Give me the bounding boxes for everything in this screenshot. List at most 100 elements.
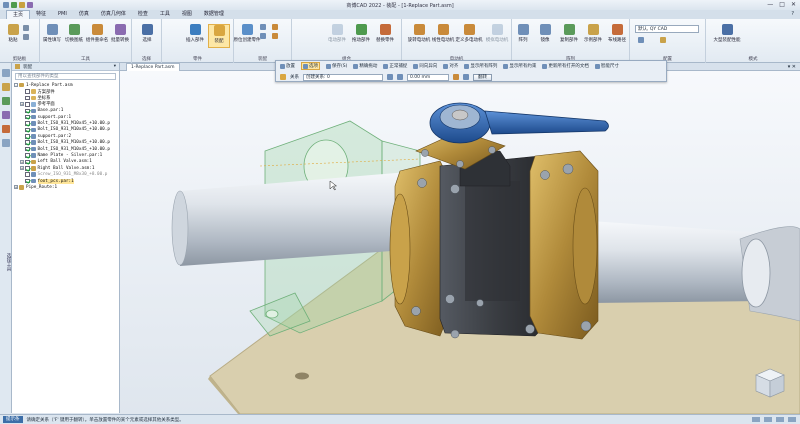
- normal-snap-button[interactable]: 正常捕捉: [383, 63, 407, 69]
- visibility-checkbox[interactable]: [25, 146, 30, 152]
- simulate-motor-button[interactable]: 模拟电动机: [486, 24, 508, 43]
- place-button[interactable]: 放置: [280, 63, 295, 69]
- help-icon[interactable]: ?: [791, 11, 794, 17]
- tab-features[interactable]: 特征: [30, 10, 52, 19]
- sensors-icon[interactable]: [1, 125, 10, 133]
- copy-component-button[interactable]: 复制部件: [558, 24, 580, 43]
- tree-row[interactable]: Bolt_ISO_931_M10x45_+10.00.p: [12, 146, 119, 152]
- show-patterns-button[interactable]: 显示所有阵列: [464, 63, 497, 69]
- tab-view[interactable]: 视图: [176, 10, 198, 19]
- view-cube[interactable]: [755, 368, 785, 398]
- update-docs-button[interactable]: 更新所有打开的文档: [542, 63, 589, 69]
- visibility-checkbox[interactable]: [25, 134, 30, 139]
- visibility-checkbox[interactable]: [25, 121, 30, 126]
- pattern-small-button[interactable]: [260, 24, 266, 30]
- batch-convert-button[interactable]: 批量转换: [109, 24, 131, 43]
- visibility-checkbox[interactable]: [25, 89, 30, 94]
- flip-icon[interactable]: [463, 74, 469, 80]
- tree-row[interactable]: + Pipe_Route:1: [12, 184, 119, 190]
- assemble-button[interactable]: 装配: [208, 24, 230, 48]
- switch-drawing-button[interactable]: 切换图纸: [63, 24, 85, 43]
- maximize-button[interactable]: □: [779, 1, 785, 8]
- offset-input[interactable]: 0.00 mm: [407, 73, 449, 81]
- tab-data-management[interactable]: 数据管理: [198, 10, 230, 19]
- options-button[interactable]: 选项: [301, 62, 320, 70]
- tab-simulation-geometry[interactable]: 仿真几何体: [95, 10, 132, 19]
- 3d-viewport[interactable]: [120, 71, 800, 414]
- zoom-icon[interactable]: [752, 417, 760, 422]
- rotary-motor-button[interactable]: 旋转电动机: [408, 24, 430, 43]
- tab-tools[interactable]: 工具: [154, 10, 176, 19]
- tree-row[interactable]: Bolt_ISO_931_M10x45_+10.00.p: [12, 120, 119, 126]
- library-icon[interactable]: [1, 83, 10, 91]
- assembly-config-button[interactable]: [660, 37, 666, 43]
- tree-row[interactable]: Screw_ISO_931_M8x30_+8.00.p: [12, 171, 119, 177]
- parts-icon[interactable]: [1, 97, 10, 105]
- right-flange[interactable]: [529, 150, 599, 340]
- tree-row[interactable]: Bolt_ISO_931_M10x45_+10.00.p: [12, 140, 119, 146]
- select-tools-label[interactable]: 选择工具: [1, 253, 11, 271]
- move-part-button[interactable]: [272, 24, 278, 30]
- edge-select-icon[interactable]: [397, 74, 403, 80]
- expand-toggle[interactable]: +: [20, 166, 24, 171]
- smart-dimension-button[interactable]: 智能尺寸: [594, 63, 619, 69]
- copy-button[interactable]: [23, 34, 29, 40]
- save-option-button[interactable]: 保存(S): [326, 63, 347, 69]
- visibility-checkbox[interactable]: [25, 178, 30, 184]
- expand-toggle[interactable]: +: [20, 159, 24, 164]
- pin-icon[interactable]: ▾: [114, 64, 116, 69]
- lock-icon[interactable]: [453, 74, 459, 80]
- right-pipe[interactable]: [590, 221, 765, 303]
- pan-icon[interactable]: [776, 417, 784, 422]
- sample-component-button[interactable]: 示例部件: [582, 24, 604, 43]
- visibility-checkbox[interactable]: [25, 102, 30, 107]
- motor-part-button[interactable]: 电动部件: [326, 24, 348, 43]
- visibility-checkbox[interactable]: [25, 140, 30, 145]
- document-tab-controls[interactable]: ▾ ✕: [788, 64, 796, 70]
- mirror-button[interactable]: 镜像: [534, 24, 556, 43]
- precise-drag-button[interactable]: 精确拖动: [353, 63, 377, 69]
- fill-properties-button[interactable]: 属性填写: [41, 24, 63, 43]
- relation-select[interactable]: 创建关系: 0: [303, 73, 383, 81]
- mirror-small-button[interactable]: [260, 33, 266, 39]
- visibility-checkbox[interactable]: [25, 166, 30, 171]
- visibility-checkbox[interactable]: [25, 127, 30, 133]
- expand-toggle[interactable]: +: [20, 102, 24, 107]
- pattern-button[interactable]: 阵列: [512, 24, 534, 43]
- select-tools-icon[interactable]: [1, 139, 10, 147]
- paste-button[interactable]: 粘贴: [2, 24, 24, 43]
- route-path-button[interactable]: 布线路径: [606, 24, 628, 43]
- configuration-button[interactable]: [638, 37, 644, 43]
- tree-row[interactable]: Bolt_ISO_931_M10x45_+10.00.p: [12, 127, 119, 133]
- visibility-checkbox[interactable]: [25, 108, 30, 113]
- visibility-checkbox[interactable]: [25, 95, 30, 101]
- create-in-place-button[interactable]: 原位创建零件: [234, 24, 261, 43]
- configuration-select[interactable]: 默认, QY CAD: [635, 25, 699, 33]
- insert-component-button[interactable]: 插入部件: [184, 24, 206, 43]
- pathfinder-icon[interactable]: [1, 69, 10, 77]
- layers-icon[interactable]: [1, 111, 10, 119]
- replace-part-button[interactable]: 替换零件: [374, 24, 396, 43]
- linear-motor-button[interactable]: 线性电动机: [432, 24, 454, 43]
- cut-button[interactable]: [23, 25, 29, 31]
- expand-toggle[interactable]: -: [14, 83, 18, 88]
- select-button[interactable]: 选择: [136, 24, 158, 43]
- tab-inspect[interactable]: 检查: [132, 10, 154, 19]
- rotate-part-button[interactable]: [272, 33, 278, 39]
- visibility-checkbox[interactable]: [25, 172, 30, 177]
- minimize-button[interactable]: —: [767, 1, 773, 8]
- drag-component-button[interactable]: 拖动部件: [350, 24, 372, 43]
- align-button[interactable]: 对齐: [443, 63, 458, 69]
- tab-pmi[interactable]: PMI: [52, 10, 73, 19]
- define-motors-button[interactable]: 定义多电动机: [456, 24, 483, 43]
- visibility-checkbox[interactable]: [25, 159, 30, 165]
- tab-simulation[interactable]: 仿真: [73, 10, 95, 19]
- document-tab-active[interactable]: 1-Replace Part.asm: [126, 63, 180, 71]
- valve-handle[interactable]: [429, 102, 609, 144]
- expand-toggle[interactable]: +: [14, 185, 18, 190]
- rename-component-button[interactable]: 组件重命名: [86, 24, 108, 43]
- face-select-icon[interactable]: [387, 74, 393, 80]
- flip-button[interactable]: 翻转: [473, 73, 492, 81]
- large-assembly-button[interactable]: 大型装配性能: [712, 24, 742, 43]
- close-button[interactable]: ✕: [791, 1, 796, 8]
